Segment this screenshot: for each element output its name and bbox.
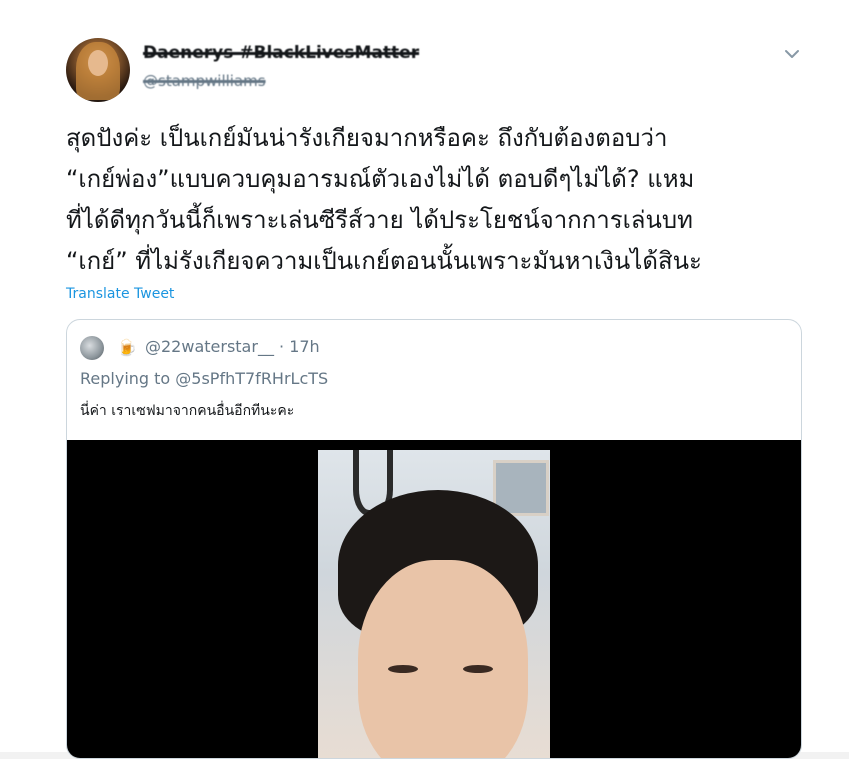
user-avatar[interactable]: [66, 38, 130, 102]
person-face: [358, 560, 528, 758]
person-right-eye: [463, 665, 493, 673]
video-frame: [318, 450, 550, 758]
beer-emoji: 🍺: [117, 338, 137, 357]
translate-tweet-link[interactable]: Translate Tweet: [66, 286, 174, 302]
replying-to-text: Replying to @5sPfhT7fRHrLcTS: [80, 369, 329, 388]
quoted-tweet[interactable]: 🍺 @22waterstar__ · 17h Replying to @5sPf…: [66, 319, 802, 759]
display-name[interactable]: Daenerys #BlackLivesMatter: [143, 43, 419, 63]
person-left-eye: [388, 665, 418, 673]
user-handle[interactable]: @stampwilliams: [143, 72, 266, 90]
tweet-card: Daenerys #BlackLivesMatter @stampwilliam…: [0, 0, 849, 759]
quoted-handle-time[interactable]: @22waterstar__ · 17h: [145, 337, 320, 356]
tweet-text: สุดปังค่ะ เป็นเกย์มันน่ารังเกียจมากหรือค…: [66, 124, 702, 275]
avatar-face: [88, 50, 108, 76]
quoted-tweet-text: นี่ค่า เราเซฟมาจากคนอื่นอีกทีนะคะ: [80, 403, 295, 419]
chevron-down-icon[interactable]: [782, 44, 802, 64]
video-player[interactable]: [67, 440, 801, 758]
quoted-user-avatar[interactable]: [80, 336, 104, 360]
